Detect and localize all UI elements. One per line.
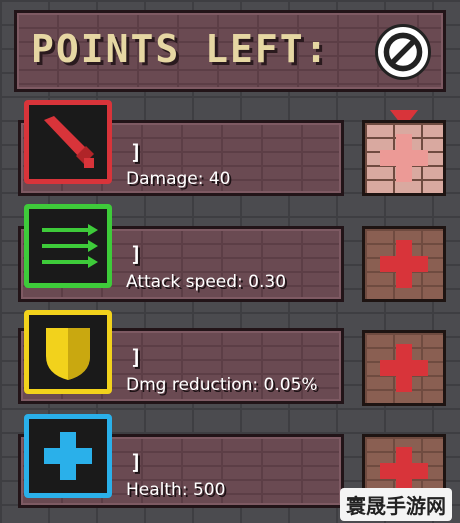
plus-icon (380, 240, 428, 288)
dmg-reduction-label: Dmg reduction: 0.05% (126, 375, 318, 395)
health-cross-icon (44, 432, 92, 480)
add-dmg-reduction-button[interactable] (362, 330, 446, 406)
health-bracket: ] (130, 450, 143, 474)
shield-icon (46, 328, 90, 380)
points-header: POINTS LEFT: (14, 10, 446, 92)
plus-icon (380, 344, 428, 392)
health-icon-box (24, 414, 112, 498)
attack-speed-bracket: ] (130, 242, 143, 266)
points-left-title: POINTS LEFT: (31, 27, 330, 71)
attack-speed-label: Attack speed: 0.30 (126, 272, 287, 292)
plus-icon (380, 134, 428, 182)
add-attack-speed-button[interactable] (362, 226, 446, 302)
damage-icon-box (24, 100, 112, 184)
attack-speed-icon-box (24, 204, 112, 288)
watermark: 寰晟手游网 (340, 488, 452, 521)
damage-bracket: ] (130, 140, 143, 164)
health-label: Health: 500 (126, 480, 226, 500)
arrows-icon (42, 224, 98, 268)
damage-label: Damage: 40 (126, 169, 231, 189)
no-entry-icon (383, 32, 423, 72)
add-damage-button[interactable] (362, 120, 446, 196)
dmg-reduction-icon-box (24, 310, 112, 394)
dmg-reduction-bracket: ] (130, 345, 143, 369)
sword-icon (44, 116, 94, 168)
reset-button[interactable] (375, 24, 431, 80)
